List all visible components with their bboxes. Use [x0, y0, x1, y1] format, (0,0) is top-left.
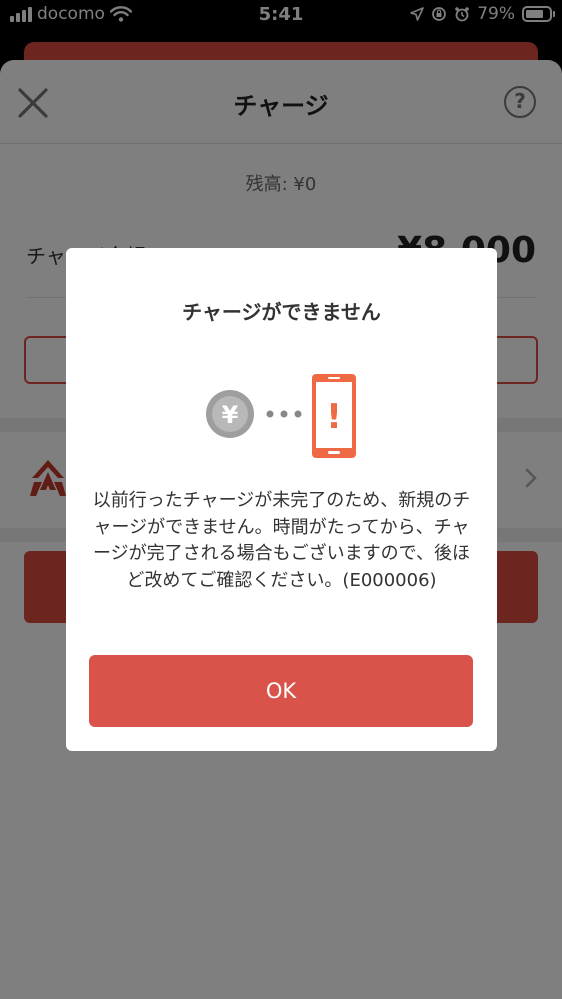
waiting-dots-icon [266, 410, 302, 418]
error-dialog: チャージができません ¥ ! 以前行ったチャージが未完了のため、新規のチャージが… [66, 248, 497, 751]
yen-symbol: ¥ [222, 401, 239, 429]
ok-button[interactable]: OK [89, 655, 473, 727]
yen-coin-icon: ¥ [206, 390, 254, 438]
dialog-title: チャージができません [182, 300, 381, 324]
phone-alert-icon: ! [312, 374, 356, 458]
charge-error-illustration: ¥ ! [206, 374, 356, 458]
dialog-message: 以前行ったチャージが未完了のため、新規のチャージができません。時間がたってから、… [92, 490, 471, 591]
exclamation-mark: ! [326, 397, 342, 437]
